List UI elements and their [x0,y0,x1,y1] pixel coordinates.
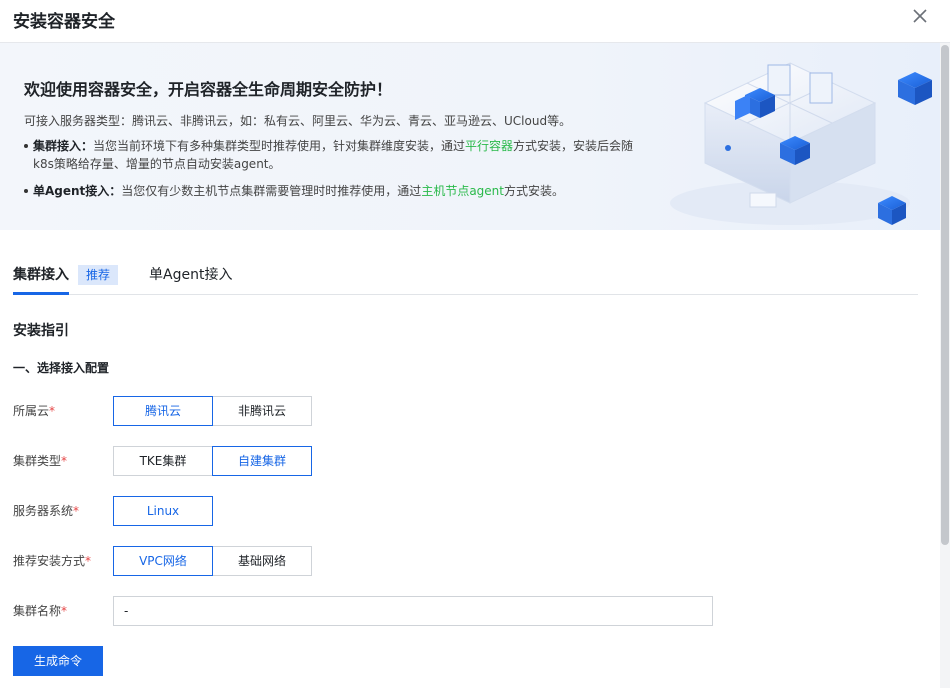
banner-bullet-agent: 单Agent接入：当您仅有少数主机节点集群需要管理时时推荐使用，通过主机节点ag… [24,182,634,200]
cluster-name-input[interactable] [113,596,713,626]
bullet-agent-text-b: 方式安装。 [503,184,564,198]
install-guide-title: 安装指引 [13,323,69,339]
bullet-agent-text-a: 当您仅有少数主机节点集群需要管理时时推荐使用，通过 [121,184,422,198]
cloud-option-tencent[interactable]: 腾讯云 [113,396,213,426]
server-os-label-text: 服务器系统 [13,504,74,518]
recommended-badge: 推荐 [78,265,119,285]
server-os-label: 服务器系统* [13,502,79,519]
bullet-cluster-title: 集群接入： [33,139,94,153]
bullet-agent-title: 单Agent接入： [33,184,122,198]
server-os-option-linux[interactable]: Linux [113,496,213,526]
generate-command-button[interactable]: 生成命令 [13,646,103,676]
cluster-name-label: 集群名称* [13,602,67,619]
banner-server-types: 可接入服务器类型：腾讯云、非腾讯云，如：私有云、阿里云、华为云、青云、亚马逊云、… [24,114,572,128]
tab-single-agent-access[interactable]: 单Agent接入 [149,264,232,284]
parallel-container-link[interactable]: 平行容器 [465,139,513,153]
host-agent-link[interactable]: 主机节点agent [421,184,504,198]
close-icon[interactable] [910,6,930,26]
install-method-label: 推荐安装方式* [13,552,91,569]
required-mark: * [49,404,56,418]
dialog-header: 安装容器安全 [0,0,950,43]
dialog-title: 安装容器安全 [13,12,115,32]
banner-bullet-cluster: 集群接入：当您当前环境下有多种集群类型时推荐使用，针对集群维度安装，通过平行容器… [24,137,634,173]
tab-cluster-access[interactable]: 集群接入 [13,264,69,284]
welcome-banner: 欢迎使用容器安全，开启容器全生命周期安全防护！ 可接入服务器类型：腾讯云、非腾讯… [0,43,940,230]
bullet-cluster-text-a: 当您当前环境下有多种集群类型时推荐使用，针对集群维度安装，通过 [93,139,466,153]
cluster-type-label: 集群类型* [13,452,67,469]
install-method-label-text: 推荐安装方式 [13,554,86,568]
cloud-option-non-tencent[interactable]: 非腾讯云 [212,396,312,426]
install-method-option-vpc[interactable]: VPC网络 [113,546,213,576]
cloud-label-text: 所属云 [13,404,50,418]
required-mark: * [85,554,92,568]
required-mark: * [73,504,80,518]
step-one-title: 一、选择接入配置 [13,361,110,375]
cluster-type-option-tke[interactable]: TKE集群 [113,446,213,476]
cloud-label: 所属云* [13,402,55,419]
scrollbar-thumb[interactable] [941,45,949,545]
cluster-type-option-self-built[interactable]: 自建集群 [212,446,312,476]
cluster-type-label-text: 集群类型 [13,454,62,468]
install-method-option-basic[interactable]: 基础网络 [212,546,312,576]
banner-title: 欢迎使用容器安全，开启容器全生命周期安全防护！ [24,80,393,99]
scrollbar[interactable] [940,43,950,688]
container-cubes-illustration [670,62,932,225]
cluster-name-label-text: 集群名称 [13,604,62,618]
required-mark: * [61,454,68,468]
active-tab-indicator [13,292,69,295]
install-tabs: 集群接入 推荐 单Agent接入 [13,252,918,295]
required-mark: * [61,604,68,618]
